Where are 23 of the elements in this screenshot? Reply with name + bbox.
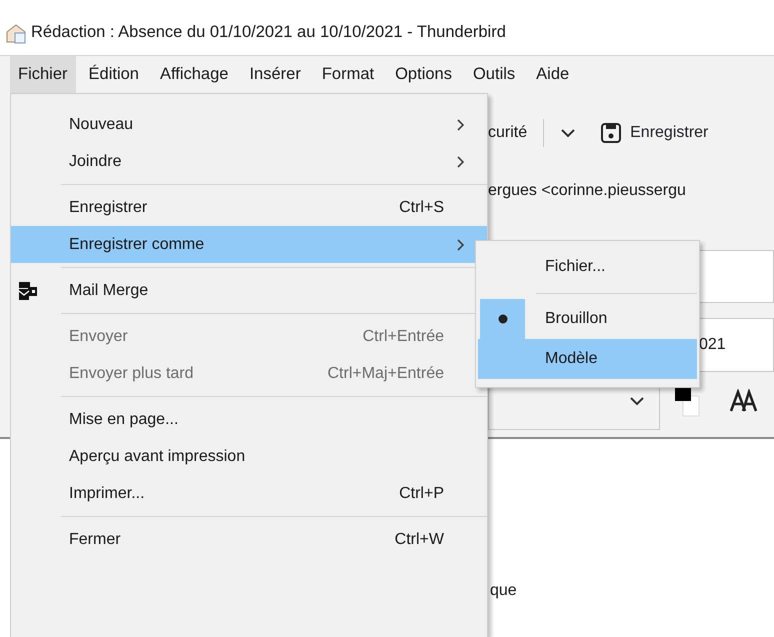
- menu-item[interactable]: Affichage: [152, 56, 236, 93]
- submenu-option[interactable]: Modèle: [478, 339, 697, 379]
- window-title: Rédaction : Absence du 01/10/2021 au 10/10/2021 - Thunderbird: [31, 22, 506, 44]
- menu-option[interactable]: Enregistrer Ctrl+S: [11, 189, 487, 226]
- menu-option[interactable]: Enregistrer comme: [11, 226, 487, 263]
- menu-option[interactable]: Joindre: [11, 143, 487, 180]
- body-text: que: [490, 582, 517, 599]
- menu-item[interactable]: Options: [387, 56, 460, 93]
- menu-option[interactable]: Mise en page...: [11, 401, 487, 438]
- menu-item[interactable]: Fichier: [10, 56, 76, 93]
- save-button[interactable]: Enregistrer: [600, 121, 708, 145]
- menu-item[interactable]: Édition: [80, 56, 147, 93]
- security-label: curité: [488, 123, 528, 143]
- menu-item[interactable]: Outils: [464, 56, 524, 93]
- menu-item[interactable]: Aide: [528, 56, 578, 93]
- menu-option[interactable]: Nouveau: [11, 106, 487, 143]
- menu-item[interactable]: Format: [314, 56, 382, 93]
- submenu-option[interactable]: Brouillon: [478, 299, 697, 339]
- menu-item[interactable]: Insérer: [241, 56, 309, 93]
- menu-option[interactable]: Imprimer... Ctrl+P: [11, 475, 487, 512]
- menu-option[interactable]: Aperçu avant impression: [11, 438, 487, 475]
- menu-option[interactable]: Fermer Ctrl+W: [11, 521, 487, 558]
- sender-address: ergues <corinne.pieussergu: [488, 181, 686, 201]
